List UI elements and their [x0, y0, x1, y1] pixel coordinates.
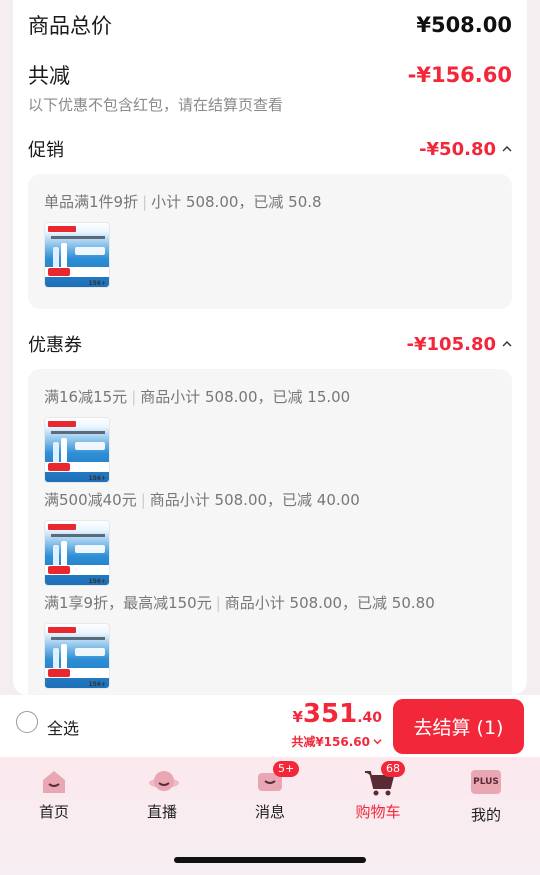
- coupon-amount: -¥105.80: [406, 333, 496, 355]
- rule-detail: 商品小计 508.00，已减 40.00: [149, 491, 360, 509]
- rule-separator: |: [131, 388, 137, 406]
- saved-amount-toggle[interactable]: 共减¥156.60: [291, 733, 382, 750]
- rule-detail: 商品小计 508.00，已减 15.00: [140, 388, 351, 406]
- tab-label: 购物车: [355, 803, 401, 821]
- tab-home[interactable]: 首页: [14, 767, 94, 822]
- message-icon: 5+: [255, 761, 300, 797]
- coupon-amount-wrap: -¥105.80: [407, 334, 512, 355]
- tab-label: 首页: [38, 803, 69, 821]
- tab-label: 直播: [146, 803, 177, 821]
- chevron-up-icon[interactable]: [502, 339, 512, 349]
- total-integer: 351: [302, 699, 358, 729]
- message-badge: 5+: [273, 761, 300, 777]
- tab-label: 消息: [254, 803, 285, 821]
- total-reduce-label: 共减: [28, 64, 70, 88]
- total-reduce-value: -¥156.60: [407, 63, 512, 87]
- goods-total-row: 商品总价 ¥508.00: [28, 10, 512, 40]
- coupon-rule: 满16减15元 | 商品小计 508.00，已减 15.00: [44, 386, 350, 407]
- coupon-card: 满16减15元 | 商品小计 508.00，已减 15.00 156+ 满500减4…: [28, 369, 512, 695]
- promotion-amount-wrap: -¥50.80: [419, 139, 512, 160]
- select-all-checkbox[interactable]: [16, 711, 38, 733]
- promotion-amount: -¥50.80: [419, 138, 496, 160]
- rule-detail: 小计 508.00，已减 50.8: [151, 193, 322, 211]
- rule-name: 单品满1件9折: [44, 193, 139, 211]
- rule-name: 满1享9折，最高减150元: [44, 594, 212, 612]
- discount-hint: 以下优惠不包含红包，请在结算页查看: [28, 96, 284, 114]
- home-icon: [39, 767, 69, 797]
- checkout-bar: 全选 ¥351.40 共减¥156.60 去结算 (1): [0, 695, 540, 757]
- coupon-title: 优惠券: [28, 335, 82, 356]
- plus-profile-icon: PLUS: [471, 770, 501, 800]
- chevron-down-icon: [373, 739, 382, 745]
- goods-total-value: ¥508.00: [416, 13, 512, 37]
- coupon-header[interactable]: 优惠券 -¥105.80: [28, 331, 512, 357]
- currency-symbol: ¥: [292, 708, 303, 726]
- plus-label: PLUS: [471, 770, 501, 794]
- rule-detail: 商品小计 508.00，已减 50.80: [224, 594, 435, 612]
- tab-live[interactable]: 直播: [122, 767, 202, 822]
- total-price: ¥351.40: [292, 699, 382, 729]
- rule-name: 满16减15元: [44, 388, 128, 406]
- rule-separator: |: [140, 491, 146, 509]
- coupon-rule: 满1享9折，最高减150元 | 商品小计 508.00，已减 50.80: [44, 592, 435, 613]
- product-thumbnail[interactable]: 156+: [44, 417, 110, 483]
- promotion-rule: 单品满1件9折 | 小计 508.00，已减 50.8: [44, 191, 322, 212]
- total-decimal: .40: [357, 710, 382, 726]
- live-icon: [147, 767, 179, 797]
- product-thumbnail[interactable]: 156+: [44, 222, 110, 288]
- saved-amount-label: 共减¥156.60: [291, 735, 370, 749]
- promotion-header[interactable]: 促销 -¥50.80: [28, 136, 512, 162]
- rule-separator: |: [142, 193, 148, 211]
- product-thumbnail[interactable]: 156+: [44, 520, 110, 586]
- tab-cart[interactable]: 68 购物车: [338, 761, 418, 822]
- chevron-up-icon[interactable]: [502, 144, 512, 154]
- goods-total-label: 商品总价: [28, 14, 112, 38]
- checkout-button[interactable]: 去结算 (1): [393, 699, 524, 754]
- select-all-label[interactable]: 全选: [47, 715, 79, 739]
- total-reduce-row: 共减 -¥156.60: [28, 60, 512, 90]
- discount-detail-panel: 商品总价 ¥508.00 共减 -¥156.60 以下优惠不包含红包，请在结算页…: [13, 0, 527, 695]
- home-indicator: [174, 857, 366, 863]
- rule-name: 满500减40元: [44, 491, 137, 509]
- promotion-card: 单品满1件9折 | 小计 508.00，已减 50.8 156+: [28, 174, 512, 309]
- tab-label: 我的: [470, 806, 501, 824]
- cart-icon: 68: [363, 761, 405, 797]
- product-thumbnail[interactable]: 156+: [44, 623, 110, 689]
- tab-messages[interactable]: 5+ 消息: [230, 761, 310, 822]
- cart-badge: 68: [381, 761, 405, 777]
- rule-separator: |: [215, 594, 221, 612]
- tab-profile[interactable]: PLUS 我的: [446, 767, 526, 825]
- coupon-rule: 满500减40元 | 商品小计 508.00，已减 40.00: [44, 489, 360, 510]
- promotion-title: 促销: [28, 140, 64, 161]
